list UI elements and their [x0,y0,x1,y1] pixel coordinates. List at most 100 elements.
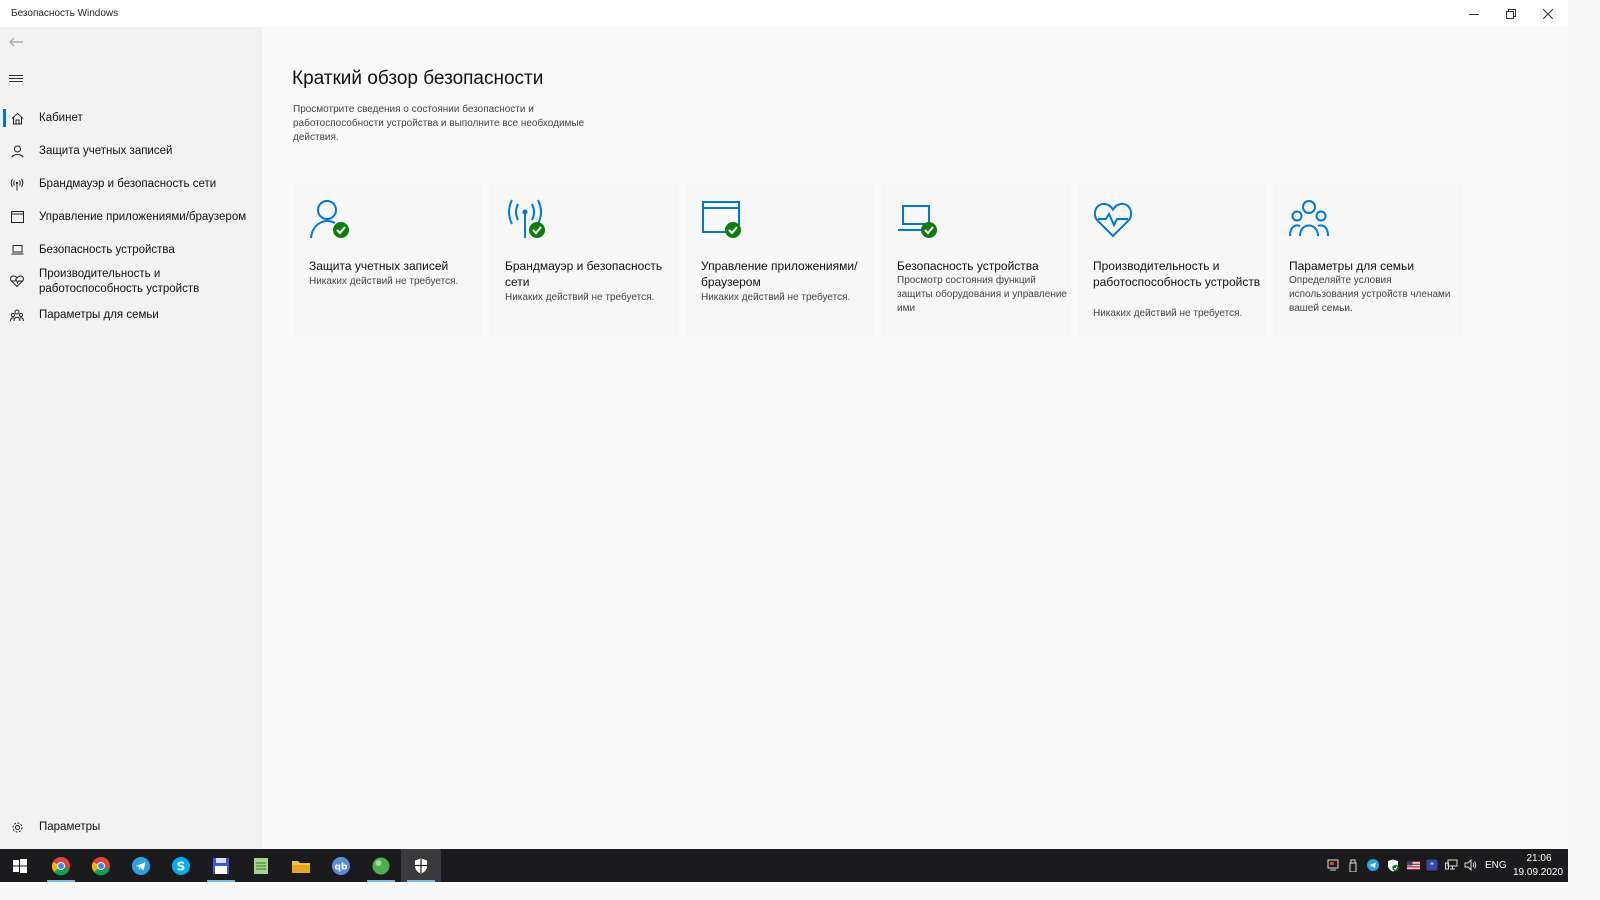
tray-us-flag-icon[interactable] [1406,858,1420,872]
sidebar-item-settings[interactable]: Параметры [0,817,262,837]
sidebar-item-home[interactable]: Кабинет [0,109,262,127]
close-icon [1543,8,1553,19]
language-indicator[interactable]: ENG [1485,860,1507,871]
antenna-icon [10,177,24,191]
taskbar-app-green-orb[interactable] [361,849,401,882]
tray-network-icon[interactable] [1444,858,1458,872]
card-status: Определяйте условия использования устрой… [1289,275,1451,314]
card-title: Управление приложениями/браузером [701,259,858,289]
card-status: Никаких действий не требуется. [505,292,655,303]
heart-pulse-icon [1093,202,1133,238]
antenna-check-icon [508,199,545,238]
sidebar-item-account-protection[interactable]: Защита учетных записей [0,142,262,160]
card-account-protection[interactable]: Защита учетных записей Никаких действий … [293,184,483,336]
tray-quote-app-icon[interactable]: " [1425,858,1439,872]
shield-icon [415,858,427,873]
taskbar-app-save[interactable] [201,849,241,882]
start-button[interactable] [0,849,40,882]
hamburger-menu-button[interactable] [8,71,24,85]
svg-text:qb: qb [335,862,348,872]
page-description: Просмотрите сведения о состоянии безопас… [293,104,585,143]
windows-logo-icon [13,858,27,873]
chrome-icon [91,856,110,875]
taskbar-app-notepad[interactable] [241,849,281,882]
sidebar-item-label: Параметры для семьи [39,309,159,321]
sidebar-item-device-performance[interactable]: Производительность и работоспособность у… [0,266,262,298]
sidebar: Кабинет Защита учетных записей Брандмауэ… [0,27,262,849]
restore-icon [1506,8,1516,19]
minimize-button[interactable] [1455,0,1493,27]
card-title: Брандмауэр и безопасность сети [505,259,663,289]
sidebar-item-label: Параметры [39,821,101,833]
sidebar-item-label: Производительность и работоспособность у… [39,268,200,295]
browser-check-icon [702,201,741,238]
tray-usb-drive-icon[interactable] [1346,858,1360,872]
card-title: Безопасность устройства [897,259,1039,273]
card-app-browser-control[interactable]: Управление приложениями/браузером Никаки… [685,184,875,336]
sidebar-item-family-options[interactable]: Параметры для семьи [0,306,262,324]
card-firewall[interactable]: Брандмауэр и безопасность сети Никаких д… [489,184,679,336]
notepad-icon [254,857,268,874]
card-status: Никаких действий не требуется. [309,276,459,287]
heart-pulse-icon [10,274,24,288]
taskbar-app-telegram[interactable] [121,849,161,882]
person-check-icon [310,200,349,239]
sidebar-item-app-browser-control[interactable]: Управление приложениями/браузером [0,208,262,226]
sidebar-item-firewall[interactable]: Брандмауэр и безопасность сети [0,175,262,193]
taskbar-app-chrome-2[interactable] [81,849,121,882]
skype-icon: S [172,856,190,875]
main-content: Краткий обзор безопасности Просмотрите с… [262,27,1568,849]
qbittorrent-icon: qb [332,856,350,875]
taskbar-app-skype[interactable]: S [161,849,201,882]
svg-text:": " [1430,862,1434,871]
card-status: Просмотр состояния функций защиты оборуд… [897,275,1067,314]
svg-text:S: S [177,859,186,873]
gear-icon [10,820,24,834]
minimize-icon [1469,13,1479,15]
sidebar-item-label: Безопасность устройства [39,244,175,256]
card-device-performance[interactable]: Производительность и работоспособность у… [1077,184,1267,336]
back-button[interactable] [7,34,25,50]
tray-telegram-icon[interactable] [1366,858,1380,872]
clock-date[interactable]: 19.09.2020 [1513,867,1563,878]
title-bar: Безопасность Windows [0,0,1568,27]
floppy-disk-icon [213,857,229,874]
card-title: Производительность и работоспособность у… [1093,259,1261,289]
chrome-icon [51,856,70,875]
sidebar-item-device-security[interactable]: Безопасность устройства [0,241,262,259]
card-status: Никаких действий не требуется. [701,292,851,303]
window-title: Безопасность Windows [11,8,119,19]
restore-button[interactable] [1492,0,1530,27]
folder-icon [292,860,310,873]
family-icon [10,308,24,322]
clock-time[interactable]: 21:06 [1518,853,1560,864]
taskbar-app-chrome-1[interactable] [41,849,81,882]
card-family-options[interactable]: Параметры для семьи Определяйте условия … [1273,184,1463,336]
sidebar-item-label: Защита учетных записей [39,145,173,157]
taskbar-app-qbittorrent[interactable]: qb [321,849,361,882]
laptop-check-icon [898,205,937,238]
card-title: Параметры для семьи [1289,259,1415,273]
selected-indicator [3,109,6,127]
tray-security-check-icon[interactable] [1386,858,1400,872]
taskbar: S qb " ENG 21:06 19.09.2020 [0,849,1568,882]
green-orb-icon [372,857,390,874]
taskbar-app-file-explorer[interactable] [281,849,321,882]
tray-volume-icon[interactable] [1463,858,1477,872]
telegram-icon [132,856,150,875]
browser-window-icon [10,210,24,224]
card-status: Никаких действий не требуется. [1093,308,1243,319]
close-button[interactable] [1529,0,1567,27]
sidebar-item-label: Брандмауэр и безопасность сети [39,178,217,190]
card-device-security[interactable]: Безопасность устройства Просмотр состоян… [881,184,1071,336]
hamburger-icon [9,75,23,82]
taskbar-app-windows-security[interactable] [401,849,441,882]
home-icon [10,111,24,125]
person-icon [10,144,24,158]
card-title: Защита учетных записей [309,259,449,273]
back-arrow-icon [9,37,23,47]
page-title: Краткий обзор безопасности [292,68,544,89]
tray-screen-icon[interactable] [1326,858,1340,872]
family-icon [1289,200,1329,237]
sidebar-item-label: Управление приложениями/браузером [39,211,247,223]
